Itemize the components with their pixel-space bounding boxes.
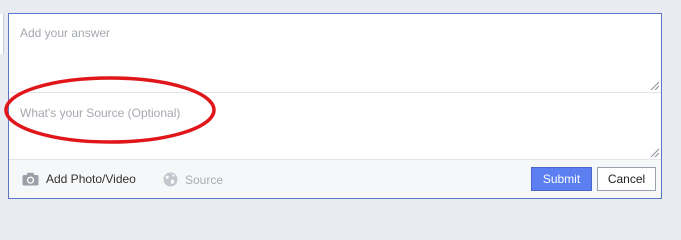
cancel-button[interactable]: Cancel <box>597 167 656 191</box>
page: Add Photo/Video Source Submit Cancel <box>0 0 681 215</box>
submit-button[interactable]: Submit <box>531 167 592 191</box>
add-photo-video-label: Add Photo/Video <box>46 172 136 186</box>
resize-grip-icon[interactable] <box>649 147 659 157</box>
globe-icon <box>163 172 178 187</box>
answer-composer: Add Photo/Video Source Submit Cancel <box>8 13 662 199</box>
source-button[interactable]: Source <box>163 172 223 187</box>
source-label: Source <box>185 172 224 187</box>
answer-textarea[interactable] <box>9 14 661 92</box>
answer-field-wrapper <box>9 14 661 93</box>
source-textarea[interactable] <box>9 94 661 159</box>
camera-icon <box>22 172 39 186</box>
composer-toolbar: Add Photo/Video Source Submit Cancel <box>9 159 661 198</box>
add-photo-video-button[interactable]: Add Photo/Video <box>22 172 136 186</box>
source-field-wrapper <box>9 94 661 159</box>
left-panel-edge <box>0 14 4 54</box>
resize-grip-icon[interactable] <box>649 80 659 90</box>
